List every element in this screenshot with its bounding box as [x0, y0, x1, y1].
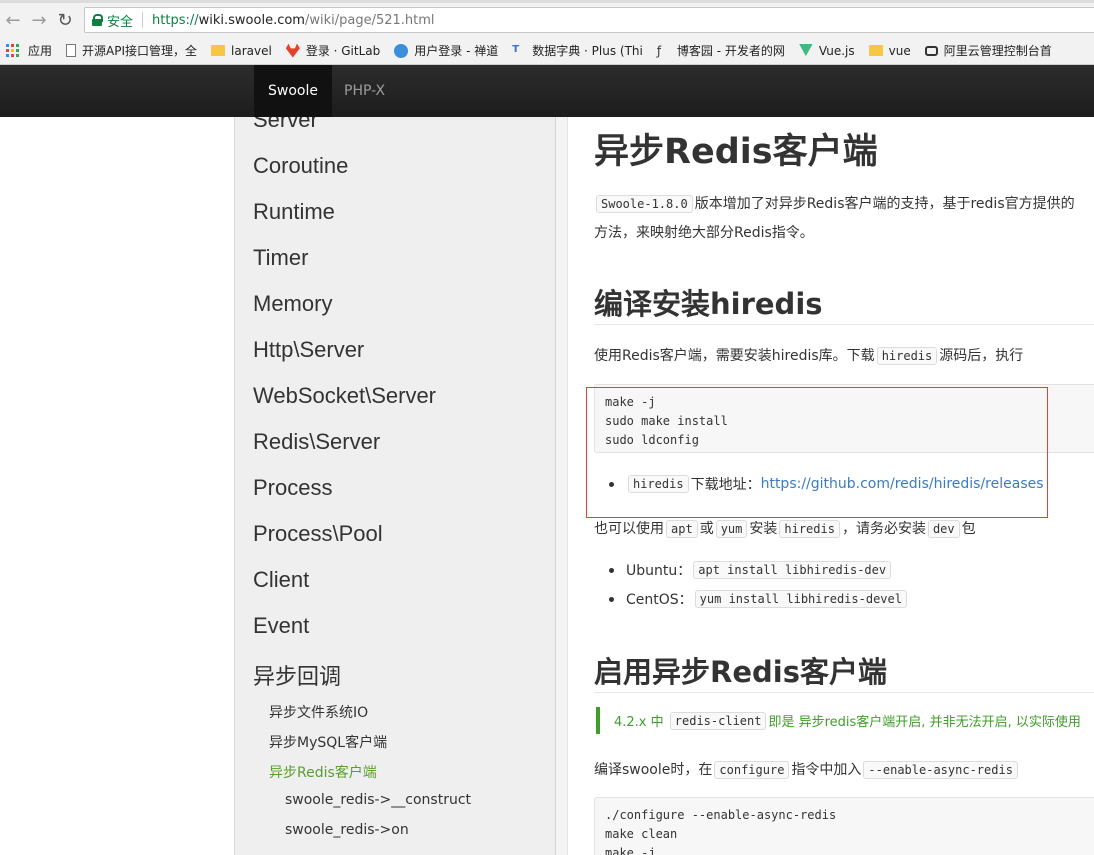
bookmark-cnblogs[interactable]: ƒ 博客园 - 开发者的网 [657, 42, 785, 59]
sidebar-nav: Server Coroutine Runtime Timer Memory Ht… [234, 117, 556, 855]
url-host: wiki.swoole.com [198, 12, 305, 28]
sidebar-sub-async-mysql[interactable]: 异步MySQL客户端 [269, 732, 387, 752]
lock-icon [92, 14, 103, 26]
main-content: 异步Redis客户端 Swoole-1.8.0 版本增加了对异步Redis客户端的… [569, 117, 1094, 855]
list-item-ubuntu: Ubuntu： apt install libhiredis-dev [609, 560, 893, 580]
bookmark-zentao[interactable]: 用户登录 - 禅道 [394, 42, 498, 59]
folder-icon [868, 45, 883, 56]
sidebar-sub-async-fs-io[interactable]: 异步文件系统IO [269, 702, 368, 722]
sidebar-item-async-callback[interactable]: 异步回调 [253, 659, 341, 691]
address-bar-row: ← → ↻ 安全 https://wiki.swoole.com/wiki/pa… [0, 3, 1094, 37]
sidebar-item-client[interactable]: Client [253, 567, 309, 593]
bullet-dot [609, 567, 614, 573]
heading-enable-async-redis: 启用异步Redis客户端 [594, 655, 887, 689]
omnibox-divider [142, 12, 144, 28]
bookmark-api-manager[interactable]: 开源API接口管理，全 [66, 42, 197, 59]
aliyun-icon [924, 45, 938, 56]
list-item-download: hiredis 下载地址： https://github.com/redis/hir… [609, 474, 1044, 494]
back-arrow-icon[interactable]: ← [0, 7, 26, 33]
vue-icon [798, 43, 813, 57]
bookmark-gitlab[interactable]: 登录 · GitLab [285, 42, 380, 59]
globe-icon [394, 43, 409, 58]
install-paragraph: 使用Redis客户端，需要安装hiredis库。下载 hiredis 源码后，执行 [594, 347, 1024, 365]
bookmark-data-dictionary[interactable]: T 数据字典 · Plus (Thi [512, 42, 643, 59]
heading-rule [594, 324, 1094, 325]
code-block-build: make -j sudo make install sudo ldconfig [594, 384, 1094, 453]
reload-icon[interactable]: ↻ [52, 7, 78, 33]
list-item-centos: CentOS： yum install libhiredis-devel [609, 589, 909, 609]
page-title: 异步Redis客户端 [594, 132, 878, 172]
sidebar-item-http-server[interactable]: Http\Server [253, 337, 364, 363]
heading-compile-hiredis: 编译安装hiredis [594, 287, 823, 321]
page-icon [66, 44, 77, 57]
forward-arrow-icon[interactable]: → [26, 7, 52, 33]
intro-paragraph: Swoole-1.8.0 版本增加了对异步Redis客户端的支持，基于redis官… [594, 193, 1075, 213]
tip-callout: 4.2.x 中 redis-client 即是 异步redis客户端开启, 并非无… [596, 707, 1094, 734]
sidebar-scroll-gutter[interactable] [556, 117, 568, 855]
sidebar-item-server[interactable]: Server [253, 117, 318, 133]
bookmark-vue-folder[interactable]: vue [868, 44, 911, 58]
sidebar-item-runtime[interactable]: Runtime [253, 199, 335, 225]
sidebar-item-redis-server[interactable]: Redis\Server [253, 429, 380, 455]
bookmark-apps[interactable]: 应用 [0, 42, 52, 59]
intro-paragraph-line2: 方法，来映射绝大部分Redis指令。 [594, 225, 814, 241]
site-navbar: Swoole PHP-X [0, 65, 1094, 117]
folder-icon [211, 45, 226, 56]
sidebar-item-memory[interactable]: Memory [253, 291, 332, 317]
tp-icon: T [512, 43, 520, 55]
tab-php-x[interactable]: PHP-X [330, 65, 399, 117]
bookmark-laravel[interactable]: laravel [211, 44, 272, 58]
bullet-dot [609, 481, 614, 487]
url-path: /wiki/page/521.html [304, 12, 435, 28]
sidebar-subsub-redis-on[interactable]: swoole_redis->on [285, 822, 409, 838]
bullet-dot [609, 596, 614, 602]
code-block-configure: ./configure --enable-async-redis make cl… [594, 797, 1094, 855]
apt-yum-paragraph: 也可以使用 apt 或 yum 安装 hiredis ，请务必安装 dev 包 [594, 520, 976, 538]
bookmark-vuejs[interactable]: Vue.js [798, 43, 855, 58]
address-input[interactable]: 安全 https://wiki.swoole.com/wiki/page/521… [84, 7, 1094, 33]
cnblogs-icon: ƒ [656, 43, 662, 58]
hiredis-releases-link[interactable]: https://github.com/redis/hiredis/release… [761, 476, 1044, 492]
sidebar-item-coroutine[interactable]: Coroutine [253, 153, 348, 179]
bookmark-aliyun[interactable]: 阿里云管理控制台首 [924, 42, 1052, 59]
sidebar-item-timer[interactable]: Timer [253, 245, 308, 271]
sidebar-item-process-pool[interactable]: Process\Pool [253, 521, 383, 547]
secure-label: 安全 [107, 14, 134, 30]
bookmarks-bar: 应用 开源API接口管理，全 laravel 登录 · GitLab 用户登录 … [0, 37, 1094, 65]
sidebar-item-websocket-server[interactable]: WebSocket\Server [253, 383, 436, 409]
heading-rule [594, 692, 1094, 693]
sidebar-subsub-redis-construct[interactable]: swoole_redis->__construct [285, 792, 471, 808]
sidebar-item-process[interactable]: Process [253, 475, 332, 501]
sidebar-item-event[interactable]: Event [253, 613, 309, 639]
inline-code: Swoole-1.8.0 [596, 195, 693, 213]
apps-grid-icon [6, 43, 20, 58]
gitlab-icon [285, 43, 300, 58]
tab-swoole[interactable]: Swoole [254, 65, 332, 117]
url-scheme: https:// [152, 12, 199, 28]
sidebar-sub-async-redis[interactable]: 异步Redis客户端 [269, 762, 377, 782]
configure-paragraph: 编译swoole时，在 configure 指令中加入 --enable-async-… [594, 759, 1020, 779]
